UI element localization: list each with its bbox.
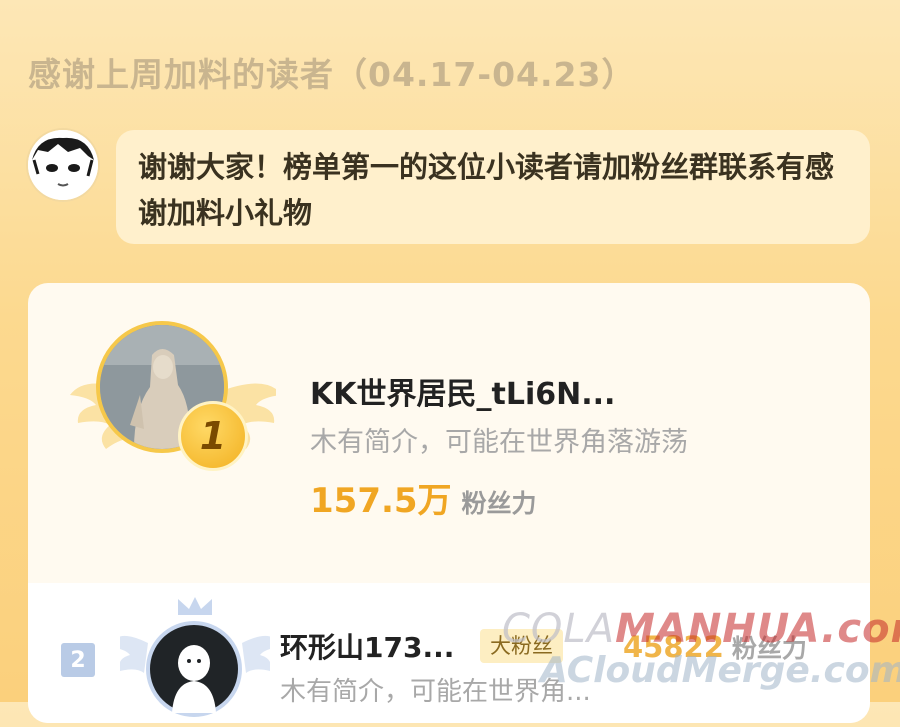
default-ghost-avatar-icon [172,645,216,713]
rank-1-fan-power: 157.5万 粉丝力 [310,473,537,522]
ranking-item-1[interactable]: 1 KK世界居民_tLi6N... 木有简介，可能在世界角落游荡 157.5万粉… [28,283,870,583]
author-message-text: 谢谢大家！榜单第一的这位小读者请加粉丝群联系有感谢加料小礼物 [138,150,835,230]
rank-1-fan-power-value: 157.5万 [310,481,452,521]
rank-2-number-badge: 2 [61,643,95,677]
page-title: 感谢上周加料的读者（04.17-04.23） [28,55,636,94]
site-watermark-secondary: ACloudMerge.com [540,650,900,691]
rank-1-fan-power-label: 粉丝力 [461,489,537,518]
watermark-main: MANHUA.com [615,606,900,652]
rank-1-medal-icon: 1 [178,401,248,471]
rank-1-bio: 木有简介，可能在世界角落游荡 [310,427,688,458]
author-avatar-drawing [28,130,98,200]
rank-2-user-avatar[interactable] [146,621,242,717]
author-message-bubble: 谢谢大家！榜单第一的这位小读者请加粉丝群联系有感谢加料小礼物 [116,130,870,244]
rank-1-username[interactable]: KK世界居民_tLi6N... [310,369,615,413]
rank-2-username[interactable]: 环形山173... [280,626,454,666]
author-avatar[interactable] [28,130,98,200]
site-watermark: COLAMANHUA.com [502,606,900,652]
watermark-prefix: COLA [502,606,616,652]
